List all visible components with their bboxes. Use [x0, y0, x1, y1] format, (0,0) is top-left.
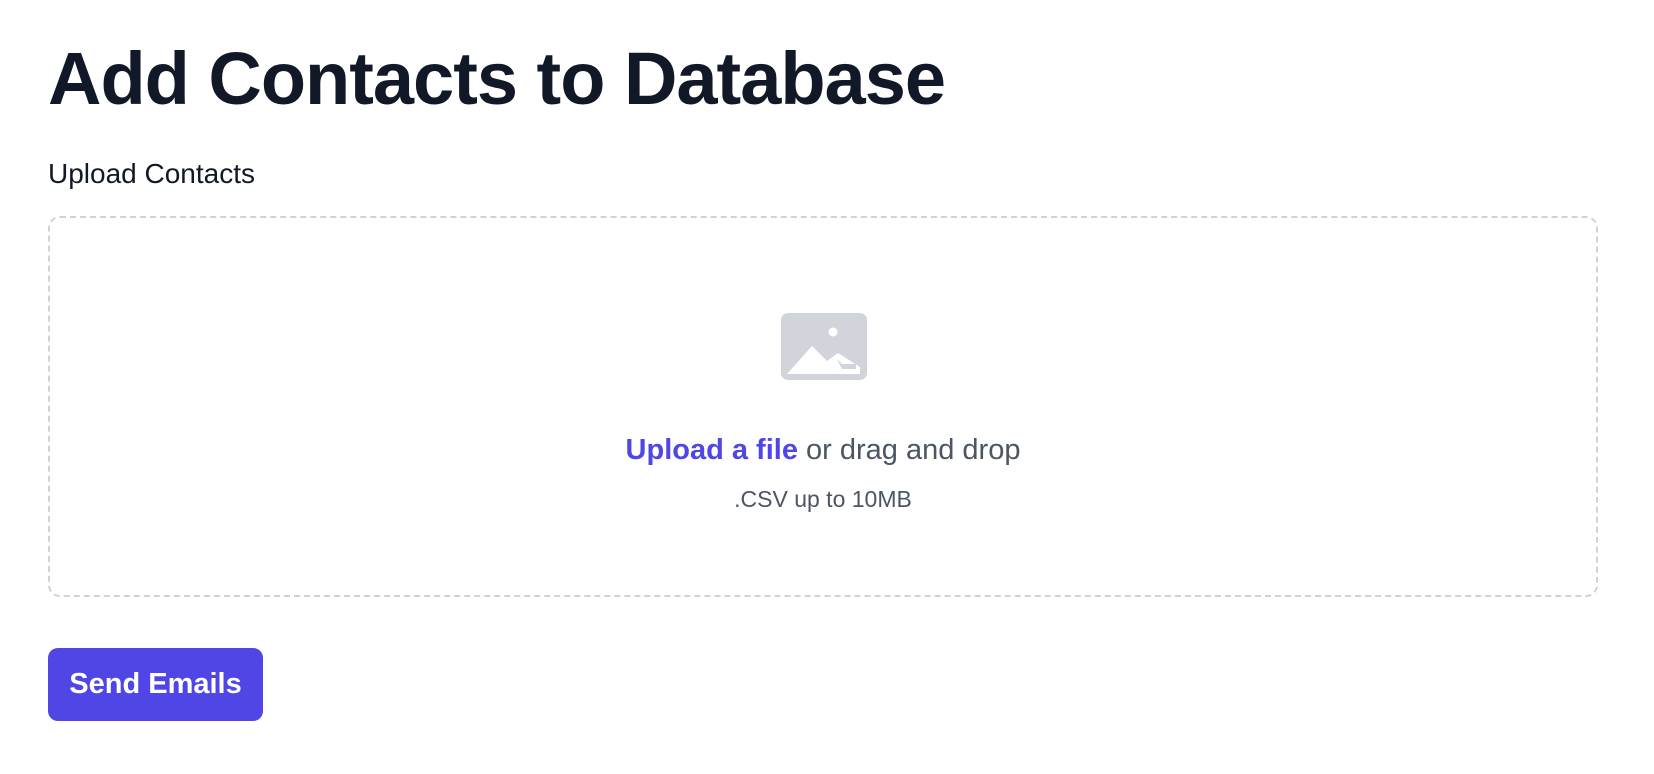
page-title: Add Contacts to Database	[48, 37, 946, 120]
upload-contacts-label: Upload Contacts	[48, 158, 256, 189]
upload-file-link[interactable]: Upload a file	[626, 434, 798, 466]
send-emails-button[interactable]: Send Emails	[48, 648, 263, 721]
file-dropzone[interactable]: Upload a file or drag and drop .CSV up t…	[48, 216, 1598, 597]
page: Add Contacts to Database Upload Contacts…	[0, 0, 1654, 774]
drag-and-drop-text: or drag and drop	[797, 434, 1021, 466]
upload-instruction: Upload a file or drag and drop	[50, 434, 1596, 467]
image-icon	[781, 313, 867, 380]
file-type-hint: .CSV up to 10MB	[734, 486, 912, 512]
